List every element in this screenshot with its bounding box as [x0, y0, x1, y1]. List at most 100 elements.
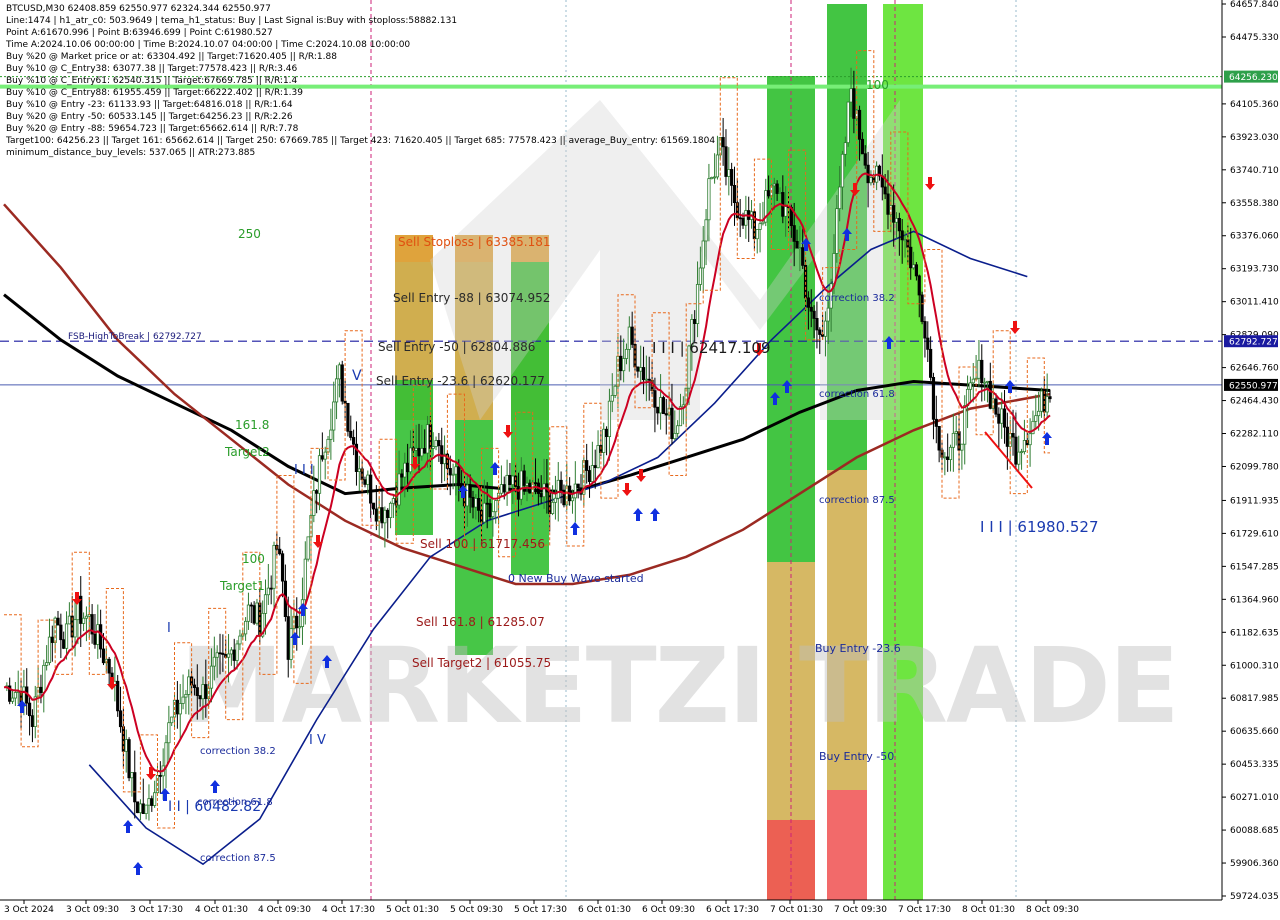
price-tick-label: 61911.935: [1230, 496, 1279, 506]
candle-body: [158, 775, 162, 777]
candle-body: [1039, 390, 1044, 412]
time-tick-label: 7 Oct 17:30: [898, 905, 951, 915]
wave-iii-right-label: I I I | 61980.527: [980, 518, 1099, 536]
candle-body: [465, 484, 469, 507]
candle-body: [801, 247, 805, 266]
candle-body: [857, 109, 862, 140]
candle-body: [542, 483, 546, 498]
buy-arrow-icon: [570, 522, 580, 535]
candle-body: [732, 185, 737, 204]
candle-body: [315, 490, 319, 494]
candle-body: [150, 798, 154, 806]
candle-body: [627, 326, 631, 350]
candle-body: [809, 306, 813, 312]
candle-body: [943, 456, 947, 459]
candle-body: [539, 493, 543, 498]
candle-body: [320, 455, 324, 460]
candle-body: [1019, 451, 1024, 454]
candle-body: [806, 297, 810, 308]
candle-body: [869, 177, 873, 184]
info-line: Target100: 64256.23 || Target 161: 65662…: [6, 136, 716, 146]
candle-body: [570, 497, 575, 502]
candle-body: [883, 186, 887, 195]
candle-body: [576, 483, 580, 489]
candle-body: [658, 397, 663, 414]
candle-body: [184, 694, 188, 698]
candle-body: [434, 440, 438, 447]
candle-body: [656, 406, 660, 414]
candle-body: [81, 617, 86, 624]
candle-body: [64, 623, 69, 649]
candle-body: [721, 137, 725, 148]
candle-body: [47, 636, 52, 664]
sell-arrow-icon: [1010, 321, 1020, 334]
candle-body: [909, 246, 913, 269]
time-tick-label: 5 Oct 09:30: [450, 905, 503, 915]
candle-body: [138, 803, 143, 814]
candle-body: [1045, 396, 1049, 413]
candle-body: [272, 544, 276, 589]
candle-body: [187, 676, 191, 695]
candle-body: [252, 605, 256, 624]
info-line: Buy %20 @ Entry -88: 59654.723 || Target…: [6, 124, 299, 134]
candle-body: [133, 772, 137, 803]
candle-body: [377, 507, 381, 522]
candle-body: [994, 398, 998, 415]
info-line: Buy %10 @ C_Entry61: 62540.315 || Target…: [6, 76, 298, 86]
candle-body: [212, 656, 216, 667]
candle-body: [951, 432, 955, 448]
price-tick-label: 63923.030: [1230, 133, 1279, 143]
candle-body: [337, 364, 342, 380]
candle-body: [894, 218, 899, 223]
info-line: Buy %20 @ Entry -50: 60533.145 || Target…: [6, 112, 293, 122]
wave-i-label: I: [167, 621, 171, 636]
candle-body: [934, 418, 938, 427]
candle-body: [1034, 415, 1038, 422]
candle-body: [101, 648, 106, 664]
candle-body: [306, 536, 310, 560]
candle-body: [761, 221, 765, 225]
price-tick-label: 62099.780: [1230, 462, 1279, 472]
candle-body: [954, 431, 958, 434]
candle-body: [380, 507, 384, 524]
candle-body: [312, 490, 316, 516]
candle-body: [363, 479, 367, 485]
price-tick-label: 59906.360: [1230, 859, 1279, 869]
candle-body: [1002, 408, 1007, 428]
time-tick-label: 7 Oct 01:30: [770, 905, 823, 915]
correction-382-right: correction 38.2: [819, 293, 895, 304]
candle-body: [664, 413, 668, 416]
info-line: minimum_distance_buy_levels: 537.065 || …: [6, 148, 256, 158]
candle-body: [860, 138, 865, 155]
candle-body: [99, 624, 103, 650]
candle-body: [1017, 451, 1021, 465]
candle-body: [471, 496, 475, 508]
level-100-top-label: 100: [866, 78, 889, 92]
price-tick-label: 61364.960: [1230, 595, 1279, 605]
candle-body: [911, 264, 916, 269]
candle-body: [1028, 433, 1032, 446]
candle-body: [96, 624, 100, 645]
candle-body: [181, 696, 185, 704]
candle-body: [710, 177, 714, 180]
candle-body: [204, 684, 208, 699]
candle-body: [144, 804, 148, 814]
time-tick-label: 7 Oct 09:30: [834, 905, 887, 915]
buy-zone-red: [827, 790, 867, 900]
candle-body: [397, 473, 401, 506]
sell-161-label: Sell 161.8 | 61285.07: [416, 615, 545, 629]
candle-body: [900, 230, 904, 241]
candle-body: [491, 511, 495, 518]
sell-arrow-icon: [622, 483, 632, 496]
candle-body: [838, 186, 842, 210]
candle-body: [130, 772, 134, 779]
wave-iii-mid-label: I I I | 62417.109: [652, 339, 771, 357]
candle-body: [508, 474, 512, 486]
buy-arrow-icon: [133, 862, 143, 875]
chart-window[interactable]: MARKETZI TRADE Sell Stoploss | 63385.181…: [0, 0, 1280, 920]
candle-body: [522, 470, 526, 486]
candle-body: [812, 310, 816, 319]
candle-body: [903, 239, 907, 242]
candle-body: [192, 684, 197, 689]
price-tag-current: 62550.977: [1229, 381, 1278, 391]
